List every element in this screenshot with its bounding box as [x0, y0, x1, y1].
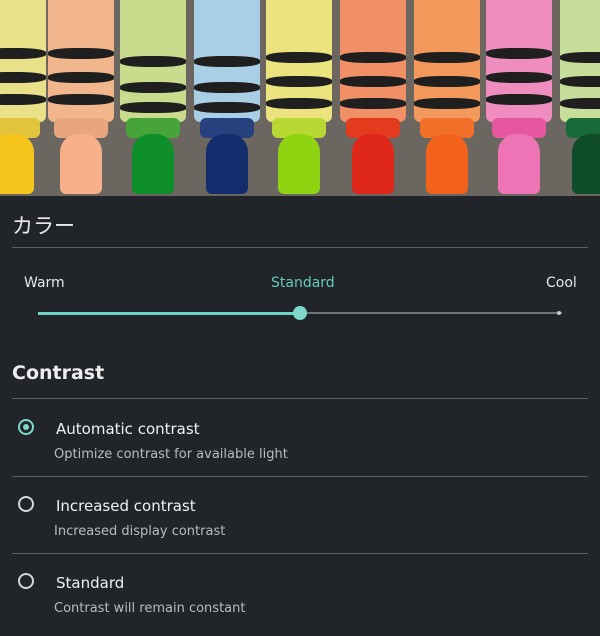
crayon-lime	[266, 0, 332, 194]
crayon-red	[340, 0, 406, 194]
divider	[12, 398, 588, 399]
slider-thumb[interactable]	[293, 306, 307, 320]
option-title: Standard	[56, 574, 125, 592]
option-title: Increased contrast	[56, 497, 196, 515]
crayon-pink	[486, 0, 552, 194]
divider	[12, 247, 588, 248]
slider-label-cool: Cool	[546, 275, 577, 291]
slider-label-standard: Standard	[271, 275, 335, 291]
crayon-peach	[48, 0, 114, 194]
radio-standard-contrast[interactable]	[18, 573, 34, 589]
contrast-section-title: Contrast	[12, 362, 105, 384]
slider-active-track	[38, 312, 300, 315]
option-subtitle: Optimize contrast for available light	[54, 447, 288, 462]
option-subtitle: Contrast will remain constant	[54, 601, 246, 616]
slider-label-warm: Warm	[24, 275, 65, 291]
crayon-green	[120, 0, 186, 194]
crayons-banner-image	[0, 0, 600, 196]
option-standard-contrast[interactable]: Standard Contrast will remain constant	[12, 554, 588, 630]
crayon-blue	[194, 0, 260, 194]
page-title: カラー	[12, 214, 75, 238]
crayon-orange	[414, 0, 480, 194]
option-title: Automatic contrast	[56, 420, 200, 438]
crayon-yellow	[0, 0, 46, 194]
option-increased-contrast[interactable]: Increased contrast Increased display con…	[12, 477, 588, 553]
crayon-dark-green	[560, 0, 600, 194]
slider-end-dot	[557, 311, 561, 315]
radio-increased-contrast[interactable]	[18, 496, 34, 512]
radio-automatic-contrast[interactable]	[18, 419, 34, 435]
option-subtitle: Increased display contrast	[54, 524, 226, 539]
option-automatic-contrast[interactable]: Automatic contrast Optimize contrast for…	[12, 400, 588, 476]
